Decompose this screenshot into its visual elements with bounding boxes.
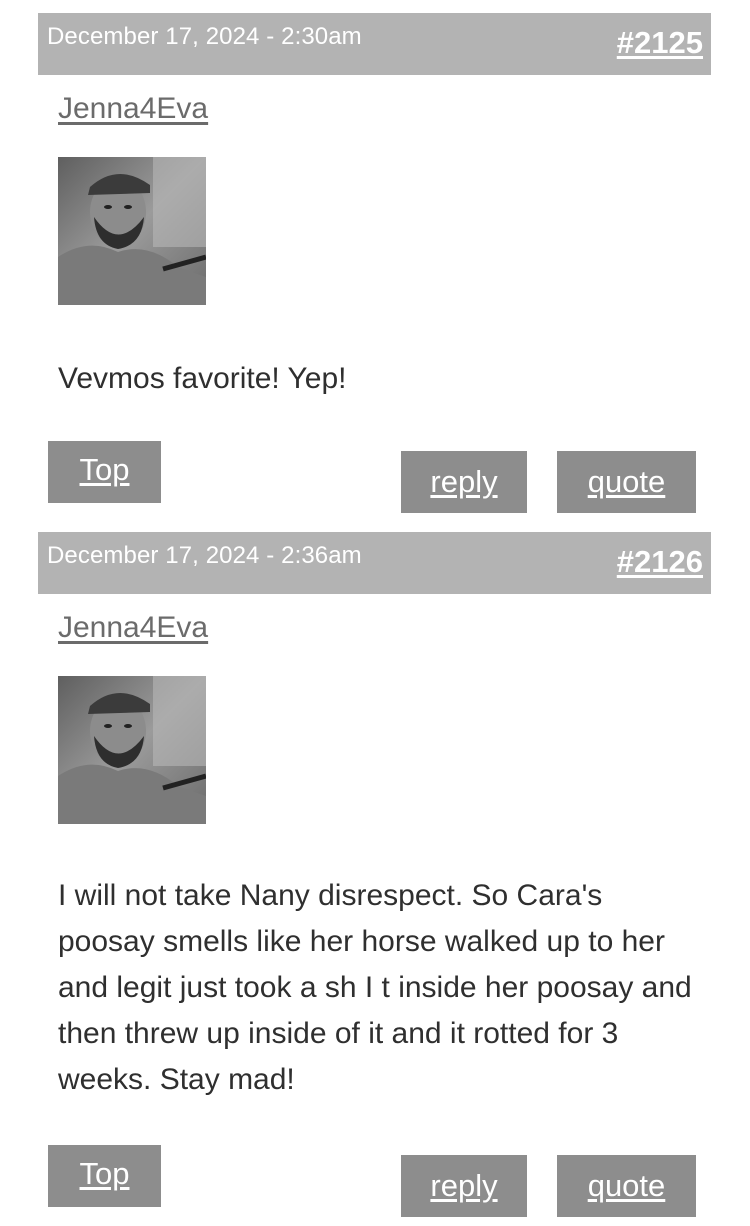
post-number-link[interactable]: #2126 (617, 544, 703, 580)
author-link[interactable]: Jenna4Eva (58, 611, 208, 645)
quote-button[interactable]: quote (557, 1155, 696, 1217)
reply-button[interactable]: reply (401, 1155, 527, 1217)
reply-button[interactable]: reply (401, 451, 527, 513)
avatar[interactable] (58, 676, 206, 824)
post-date: December 17, 2024 - 2:36am (47, 542, 362, 569)
top-button[interactable]: Top (48, 441, 161, 503)
avatar[interactable] (58, 157, 206, 305)
user-photo-avatar-icon (58, 157, 206, 305)
post-body: Vevmos favorite! Yep! (58, 362, 347, 395)
author-link[interactable]: Jenna4Eva (58, 92, 208, 126)
user-photo-avatar-icon (58, 676, 206, 824)
top-button[interactable]: Top (48, 1145, 161, 1207)
post-header: December 17, 2024 - 2:36am #2126 (38, 532, 711, 594)
post-number-link[interactable]: #2125 (617, 25, 703, 61)
post-date: December 17, 2024 - 2:30am (47, 23, 362, 50)
post-header: December 17, 2024 - 2:30am #2125 (38, 13, 711, 75)
post-body: I will not take Nany disrespect. So Cara… (58, 879, 692, 1096)
quote-button[interactable]: quote (557, 451, 696, 513)
